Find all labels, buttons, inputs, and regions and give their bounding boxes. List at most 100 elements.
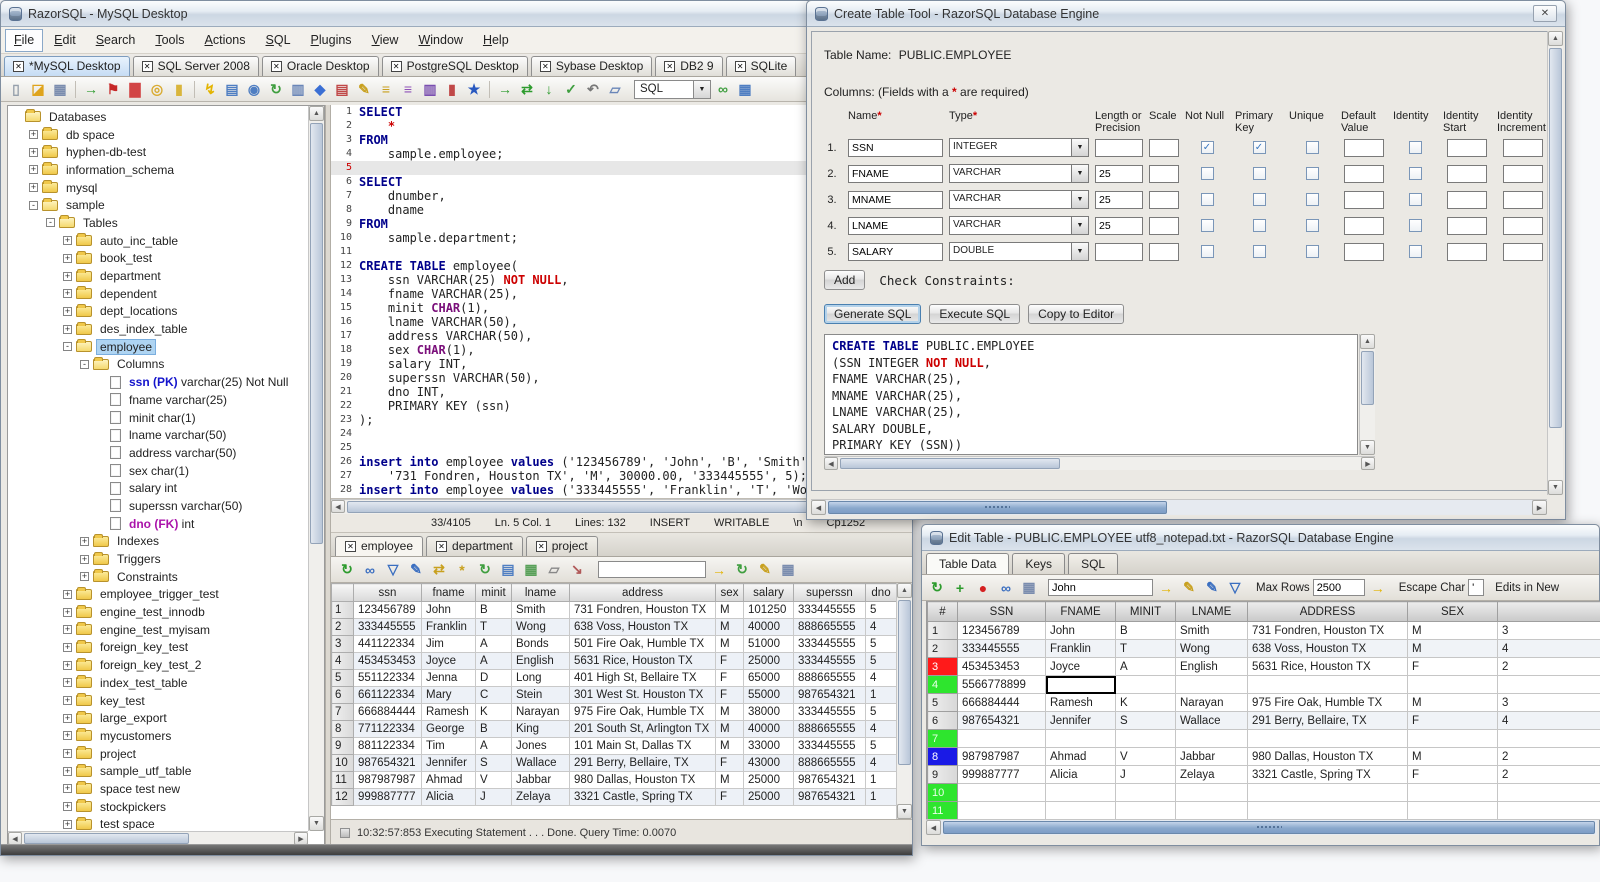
tree-item[interactable]: - Tables — [8, 214, 308, 232]
default-value-input[interactable] — [1344, 190, 1384, 209]
row-number[interactable]: 3 — [927, 657, 958, 676]
table-cell[interactable]: 333445555 — [793, 703, 866, 721]
identity-unchecked-checkbox[interactable] — [1408, 245, 1422, 258]
refresh-grid-icon[interactable]: ↻ — [732, 560, 752, 580]
column-header-ssn[interactable]: SSN — [957, 601, 1046, 622]
expand-icon[interactable]: + — [63, 253, 72, 263]
column-header-dno[interactable]: dno — [865, 583, 897, 602]
execute-sql-icon[interactable]: ↯ — [200, 79, 220, 99]
table-row[interactable]: 11 987987987 Ahmad V Jabbar 980 Dallas, Houst… — [331, 771, 897, 789]
identity-increment-input[interactable] — [1503, 242, 1543, 261]
tree-item[interactable]: + employee_trigger_test — [8, 586, 308, 604]
results-vscroll-thumb[interactable] — [898, 600, 911, 766]
table-row[interactable]: 5 551122334 Jenna D Long 401 High St, Bellair… — [331, 669, 897, 687]
tree-item[interactable]: + db space — [8, 126, 308, 144]
table-cell[interactable]: 291 Berry, Bellaire, TX — [569, 754, 716, 772]
table-cell[interactable]: 333445555 — [957, 639, 1046, 658]
table-cell[interactable] — [1247, 783, 1408, 802]
table-cell[interactable] — [1115, 729, 1176, 748]
table-cell[interactable] — [1115, 801, 1176, 820]
expand-icon[interactable]: + — [29, 183, 38, 193]
tree-item[interactable]: + project — [8, 745, 308, 763]
scroll-down-icon[interactable]: ▼ — [1360, 440, 1375, 455]
table-cell[interactable] — [1407, 675, 1498, 694]
copy-document-icon[interactable]: ▱ — [605, 79, 625, 99]
scroll-left-icon[interactable]: ◀ — [926, 820, 941, 835]
tree-item[interactable]: + hyphen-db-test — [8, 143, 308, 161]
identity-increment-input[interactable] — [1503, 164, 1543, 183]
scale-input[interactable] — [1149, 216, 1179, 235]
close-tab-icon[interactable]: ✕ — [13, 60, 24, 72]
refresh-table-icon[interactable]: ↻ — [927, 578, 947, 598]
connection-tab--mysql-desktop[interactable]: ✕ *MySQL Desktop — [4, 56, 130, 76]
table-cell[interactable] — [1247, 675, 1408, 694]
tree-item[interactable]: + dept_locations — [8, 303, 308, 321]
table-cell[interactable]: F — [1407, 711, 1498, 730]
expand-icon[interactable]: + — [63, 802, 72, 812]
expand-icon[interactable]: + — [63, 784, 72, 794]
table-cell[interactable]: English — [1175, 657, 1248, 676]
format-sql-icon[interactable]: ≡ — [398, 79, 418, 99]
table-cell[interactable]: 4 — [865, 618, 897, 636]
edit-sql-icon[interactable]: ✎ — [354, 79, 374, 99]
table-cell[interactable]: 4 — [865, 754, 897, 772]
table-cell[interactable]: 201 South St, Arlington TX — [569, 720, 716, 738]
table-cell[interactable]: Stein — [511, 686, 570, 704]
column-header-sex[interactable]: SEX — [1407, 601, 1498, 622]
column-header-#[interactable]: # — [927, 601, 958, 622]
column-header-lname[interactable]: lname — [511, 583, 570, 602]
go-arrow2-icon[interactable]: → — [1368, 578, 1388, 598]
open-file-icon[interactable]: ◪ — [28, 79, 48, 99]
expand-icon[interactable]: + — [63, 236, 72, 246]
table-cell[interactable]: 3 — [1497, 693, 1600, 712]
go-forward-icon[interactable]: → — [495, 79, 515, 99]
unique-unchecked-checkbox[interactable] — [1305, 193, 1319, 206]
compare-rows-icon[interactable]: ⇄ — [429, 560, 449, 580]
table-cell[interactable]: M — [1407, 693, 1498, 712]
table-cell[interactable]: 5 — [865, 601, 897, 619]
results-tab-employee[interactable]: ✕ employee — [335, 536, 424, 556]
unique-unchecked-checkbox[interactable] — [1305, 245, 1319, 258]
connection-tab-sqlite[interactable]: ✕ SQLite — [725, 56, 797, 76]
create-table-titlebar[interactable]: Create Table Tool - RazorSQL Database En… — [807, 1, 1565, 27]
row-number[interactable]: 5 — [927, 693, 958, 712]
table-cell[interactable]: A — [475, 737, 512, 755]
table-cell[interactable]: Joyce — [1045, 657, 1116, 676]
expand-icon[interactable]: + — [63, 589, 72, 599]
table-cell[interactable]: Jones — [511, 737, 570, 755]
edit-table-data[interactable]: # SSN FNAME MINIT LNAME ADDRESS SEX 1 123456789 J… — [927, 601, 1600, 820]
table-cell[interactable]: Wallace — [1175, 711, 1248, 730]
table-cell[interactable]: Smith — [1175, 621, 1248, 640]
window-hscroll-thumb[interactable] — [828, 501, 1167, 514]
not-null-unchecked-checkbox[interactable] — [1200, 245, 1214, 258]
identity-increment-input[interactable] — [1503, 190, 1543, 209]
tree-item[interactable]: lname varchar(50) — [8, 426, 308, 444]
table-cell[interactable] — [1497, 783, 1600, 802]
expand-icon[interactable]: + — [29, 165, 38, 175]
table-cell[interactable]: Franklin — [421, 618, 476, 636]
table-cell[interactable]: M — [1407, 639, 1498, 658]
statement-type-select[interactable]: SQL ▼ — [634, 79, 711, 99]
scale-input[interactable] — [1149, 164, 1179, 183]
table-cell[interactable]: Wong — [511, 618, 570, 636]
tree-item[interactable]: + space test new — [8, 780, 308, 798]
tree-horizontal-scrollbar[interactable]: ◀ ▶ — [8, 831, 308, 845]
window-vertical-scrollbar[interactable]: ▲ ▼ — [1547, 31, 1563, 495]
go-arrow-icon[interactable]: → — [1156, 578, 1176, 598]
table-cell[interactable] — [1497, 729, 1600, 748]
table-cell[interactable]: 101250 — [743, 601, 794, 619]
table-cell[interactable]: 551122334 — [353, 669, 422, 687]
tree-item[interactable]: minit char(1) — [8, 409, 308, 427]
table-row[interactable]: 2 333445555 Franklin T Wong 638 Voss, Houston… — [331, 618, 897, 636]
table-cell[interactable] — [1115, 783, 1176, 802]
table-cell[interactable]: J — [475, 788, 512, 806]
tree-item[interactable]: + engine_test_innodb — [8, 603, 308, 621]
expand-icon[interactable]: + — [63, 607, 72, 617]
edit-hscroll-thumb[interactable] — [943, 821, 1595, 834]
table-row[interactable]: 7 — [927, 729, 1600, 748]
identity-start-input[interactable] — [1447, 164, 1487, 183]
tree-item[interactable]: + des_index_table — [8, 320, 308, 338]
table-row[interactable]: 6 987654321 Jennifer S Wallace 291 Berry, Bel… — [927, 711, 1600, 730]
filter-rows-icon[interactable]: ▽ — [1225, 578, 1245, 598]
refresh-db-icon[interactable]: ↻ — [475, 560, 495, 580]
